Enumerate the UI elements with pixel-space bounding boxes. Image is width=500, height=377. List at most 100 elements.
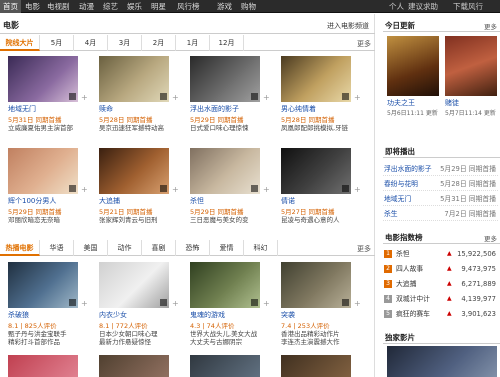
rank-item[interactable]: 1 杀怛 ▲ 15,922,506: [383, 247, 498, 261]
play-icon[interactable]: [69, 185, 76, 192]
movie-title[interactable]: 浮出水面的影子: [190, 104, 276, 114]
add-icon[interactable]: +: [263, 185, 270, 194]
nav-ent[interactable]: 娱乐: [124, 0, 145, 13]
play-icon[interactable]: [251, 299, 258, 306]
tab-april[interactable]: 4月: [74, 35, 108, 51]
tab-action[interactable]: 动作: [108, 240, 142, 256]
rank-name[interactable]: 大追捕: [396, 277, 416, 291]
play-icon[interactable]: [342, 299, 349, 306]
movie-title[interactable]: 大追捕: [99, 196, 185, 206]
new-item[interactable]: 功夫之王 5月6日11:11 更新: [387, 36, 439, 117]
poster-image[interactable]: [190, 262, 260, 308]
movie-card[interactable]: + 浮出水面的影子 5月29日 同期首播 日式爱口味心理惊悚: [190, 56, 276, 132]
exclusive-banner[interactable]: [387, 346, 497, 377]
tab-horror[interactable]: 恐怖: [176, 240, 210, 256]
nav-anime[interactable]: 动漫: [76, 0, 97, 13]
movie-card[interactable]: + 杀怛 5月29日 同期首播 三日恶魔与美女的变: [190, 148, 276, 224]
new-item-name[interactable]: 功夫之王: [387, 98, 439, 108]
enter-movie-channel-link[interactable]: 进入电影频道: [327, 21, 369, 31]
add-icon[interactable]: +: [172, 185, 179, 194]
list-item-name[interactable]: 浮出水面的影子: [384, 162, 432, 176]
rank-item[interactable]: 3 大追捕 ▲ 6,271,889: [383, 277, 498, 291]
poster-image[interactable]: [99, 262, 169, 308]
add-icon[interactable]: +: [172, 299, 179, 308]
movie-title[interactable]: 鬼魂的游戏: [190, 310, 276, 320]
poster-image[interactable]: [99, 56, 169, 102]
add-icon[interactable]: +: [81, 299, 88, 308]
movie-card[interactable]: + 赎命 5月28日 同期首播 吴京迅速狂军撼特动高: [99, 56, 185, 132]
play-icon[interactable]: [251, 93, 258, 100]
tab-romance[interactable]: 爱情: [210, 240, 244, 256]
tab-jan[interactable]: 1月: [176, 35, 210, 51]
play-icon[interactable]: [342, 185, 349, 192]
movie-card[interactable]: + 大追捕 5月21日 同期首播 张家辉刘青云与旧刑: [99, 148, 185, 224]
new-item-name[interactable]: 赌徒: [445, 98, 497, 108]
poster-image[interactable]: [8, 262, 78, 308]
list-item-name[interactable]: 杀生: [384, 207, 398, 221]
nav-shop[interactable]: 购物: [238, 0, 259, 13]
poster-image[interactable]: [281, 262, 351, 308]
nav-rank[interactable]: 风行榜: [174, 0, 203, 13]
movie-title[interactable]: 男心纯情着: [281, 104, 367, 114]
list-item-name[interactable]: 春纷与花明: [384, 177, 418, 191]
movie-title[interactable]: 地域无门: [8, 104, 94, 114]
movie-title[interactable]: 内衣少女: [99, 310, 185, 320]
rank-name[interactable]: 杀怛: [396, 247, 410, 261]
movie-card[interactable]: + 男心纯情着 5月28日 同期首播 凤凰郎配郎挑模拟,牙链: [281, 56, 367, 132]
nav-variety[interactable]: 综艺: [100, 0, 121, 13]
tab-feb[interactable]: 2月: [142, 35, 176, 51]
play-icon[interactable]: [69, 299, 76, 306]
play-icon[interactable]: [69, 93, 76, 100]
movie-card[interactable]: + 内衣少女 8.1 | 772人评价 日本少女朝口味心理 最新力作悬疑惊怪: [99, 262, 185, 346]
tab-march[interactable]: 3月: [108, 35, 142, 51]
rank-item[interactable]: 4 双城计中计 ▲ 4,139,977: [383, 292, 498, 306]
tab-scifi[interactable]: 科幻: [244, 240, 278, 256]
poster-image[interactable]: [8, 148, 78, 194]
movie-title[interactable]: 倩诺: [281, 196, 367, 206]
nav-help[interactable]: 建议求助: [405, 0, 441, 13]
movie-card[interactable]: + 辉个100分男人 5月29日 同期首播 邓丽欣暗恋无奈暗: [8, 148, 94, 224]
add-icon[interactable]: +: [172, 93, 179, 102]
play-icon[interactable]: [342, 93, 349, 100]
add-icon[interactable]: +: [354, 299, 361, 308]
nav-movie[interactable]: 电影: [22, 0, 43, 13]
add-icon[interactable]: +: [263, 299, 270, 308]
add-icon[interactable]: +: [81, 185, 88, 194]
nav-download[interactable]: 下载风行: [450, 0, 486, 13]
list-item[interactable]: 杀生 7月2日 同期首播: [383, 207, 498, 221]
movie-card[interactable]: + 突袭 7.4 | 253人评价 香港出品精彩动作片 李连杰主演震撼大作: [281, 262, 367, 346]
poster-image[interactable]: [99, 148, 169, 194]
tab-chinese[interactable]: 华语: [40, 240, 74, 256]
play-icon[interactable]: [160, 299, 167, 306]
poster-image[interactable]: [387, 36, 439, 96]
tab-dec[interactable]: 12月: [210, 35, 244, 51]
movie-card[interactable]: + 地域无门 5月31日 同期首播 立威廉夏佑男主演首部: [8, 56, 94, 132]
rank-item[interactable]: 2 四人故事 ▲ 9,473,975: [383, 262, 498, 276]
nav-star[interactable]: 明星: [148, 0, 169, 13]
movie-title[interactable]: 杀怛: [190, 196, 276, 206]
poster-image[interactable]: [8, 355, 78, 377]
list-item-name[interactable]: 地域无门: [384, 192, 411, 206]
movie-card[interactable]: + 倩诺 5月27日 同期首播 昆凌与奇遇心意的人: [281, 148, 367, 224]
more-link[interactable]: 更多: [357, 39, 371, 49]
tab-hot-movies[interactable]: 热播电影: [0, 240, 40, 256]
poster-image[interactable]: [190, 56, 260, 102]
list-item[interactable]: 浮出水面的影子 5月29日 同期首播: [383, 162, 498, 176]
list-item[interactable]: 春纷与花明 5月28日 同期首播: [383, 177, 498, 191]
new-item[interactable]: 赌徒 5月7日11:14 更新: [445, 36, 497, 117]
list-item[interactable]: 地域无门 5月31日 同期首播: [383, 192, 498, 206]
tab-comedy[interactable]: 喜剧: [142, 240, 176, 256]
more-link[interactable]: 更多: [357, 244, 371, 254]
poster-image[interactable]: [8, 56, 78, 102]
add-icon[interactable]: +: [81, 93, 88, 102]
add-icon[interactable]: +: [354, 185, 361, 194]
nav-personal[interactable]: 个人: [386, 0, 407, 13]
more-link[interactable]: 更多: [484, 21, 497, 31]
play-icon[interactable]: [160, 93, 167, 100]
poster-image[interactable]: [281, 56, 351, 102]
play-icon[interactable]: [160, 185, 167, 192]
add-icon[interactable]: +: [263, 93, 270, 102]
movie-card[interactable]: + 鬼魂的游戏 4.3 | 74人评价 世界大战头儿,美女大战 大丈夫与古娜阴宗: [190, 262, 276, 346]
nav-game[interactable]: 游戏: [214, 0, 235, 13]
tab-may[interactable]: 5月: [40, 35, 74, 51]
